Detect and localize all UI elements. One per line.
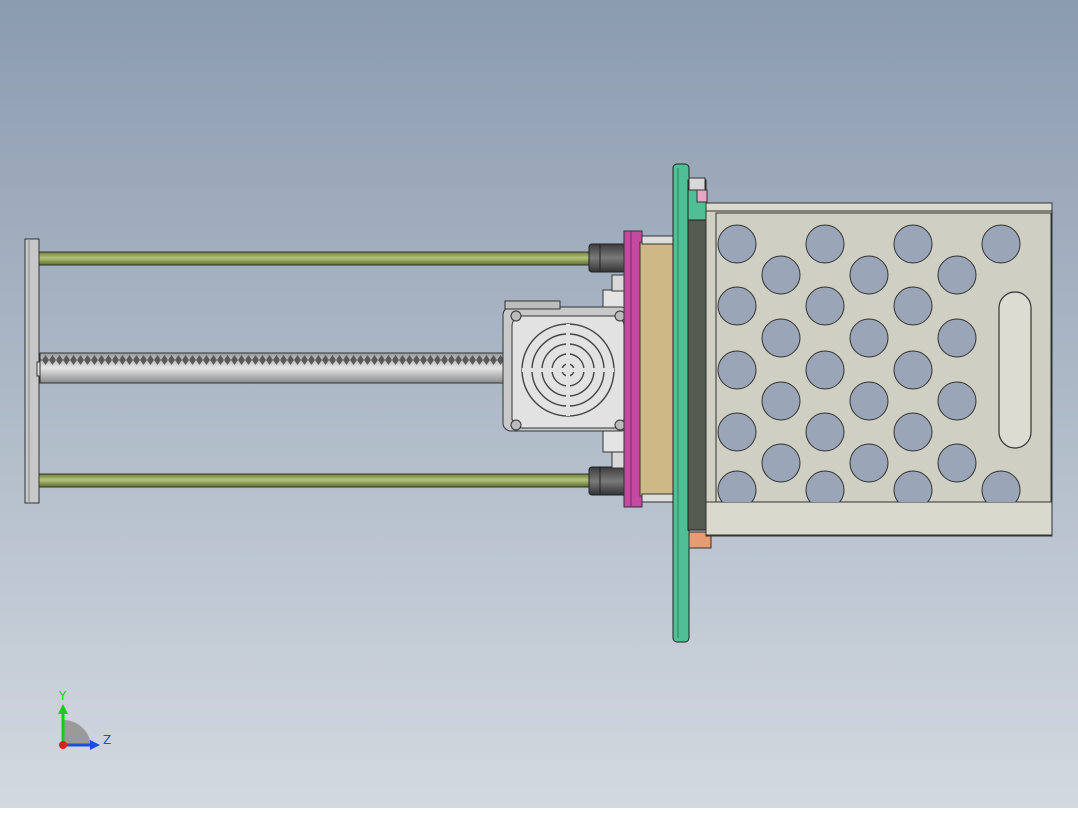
vent-hole: [717, 350, 757, 390]
vent-hole: [849, 443, 889, 483]
vent-hole: [805, 286, 845, 326]
lower-bushing[interactable]: [588, 466, 630, 496]
vent-hole: [717, 286, 757, 326]
vent-slot: [998, 291, 1032, 449]
vent-hole: [717, 224, 757, 264]
vent-hole: [805, 350, 845, 390]
upper-guide-rod[interactable]: [38, 251, 595, 266]
dark-spacer[interactable]: [687, 179, 707, 531]
vent-hole: [981, 224, 1021, 264]
upper-bushing[interactable]: [588, 243, 630, 273]
perforated-housing[interactable]: [705, 202, 1053, 537]
vent-hole: [849, 381, 889, 421]
y-axis-label: Y: [58, 689, 67, 703]
vent-hole: [937, 443, 977, 483]
vent-hole: [805, 412, 845, 452]
lead-screw[interactable]: [39, 352, 506, 384]
fan-grille-icon: [521, 323, 615, 417]
vent-hole: [937, 318, 977, 358]
vent-hole: [761, 443, 801, 483]
vent-hole: [761, 381, 801, 421]
z-axis-label: Z: [103, 733, 111, 747]
vent-hole: [893, 350, 933, 390]
vent-hole: [761, 318, 801, 358]
cad-viewport[interactable]: Y Z: [0, 0, 1078, 808]
vent-hole: [893, 412, 933, 452]
vent-hole: [849, 318, 889, 358]
vent-hole: [937, 381, 977, 421]
vent-hole: [717, 412, 757, 452]
vent-hole: [849, 255, 889, 295]
slide-block[interactable]: [639, 235, 677, 503]
vent-hole: [893, 224, 933, 264]
model-view[interactable]: Y Z: [0, 0, 1078, 808]
vent-hole: [937, 255, 977, 295]
vent-hole: [761, 255, 801, 295]
vent-hole: [805, 224, 845, 264]
lower-guide-rod[interactable]: [38, 473, 595, 488]
carriage-plate[interactable]: [672, 163, 690, 643]
stepper-motor[interactable]: [502, 300, 630, 432]
magenta-mount-plate[interactable]: [623, 230, 643, 508]
vent-hole: [893, 286, 933, 326]
